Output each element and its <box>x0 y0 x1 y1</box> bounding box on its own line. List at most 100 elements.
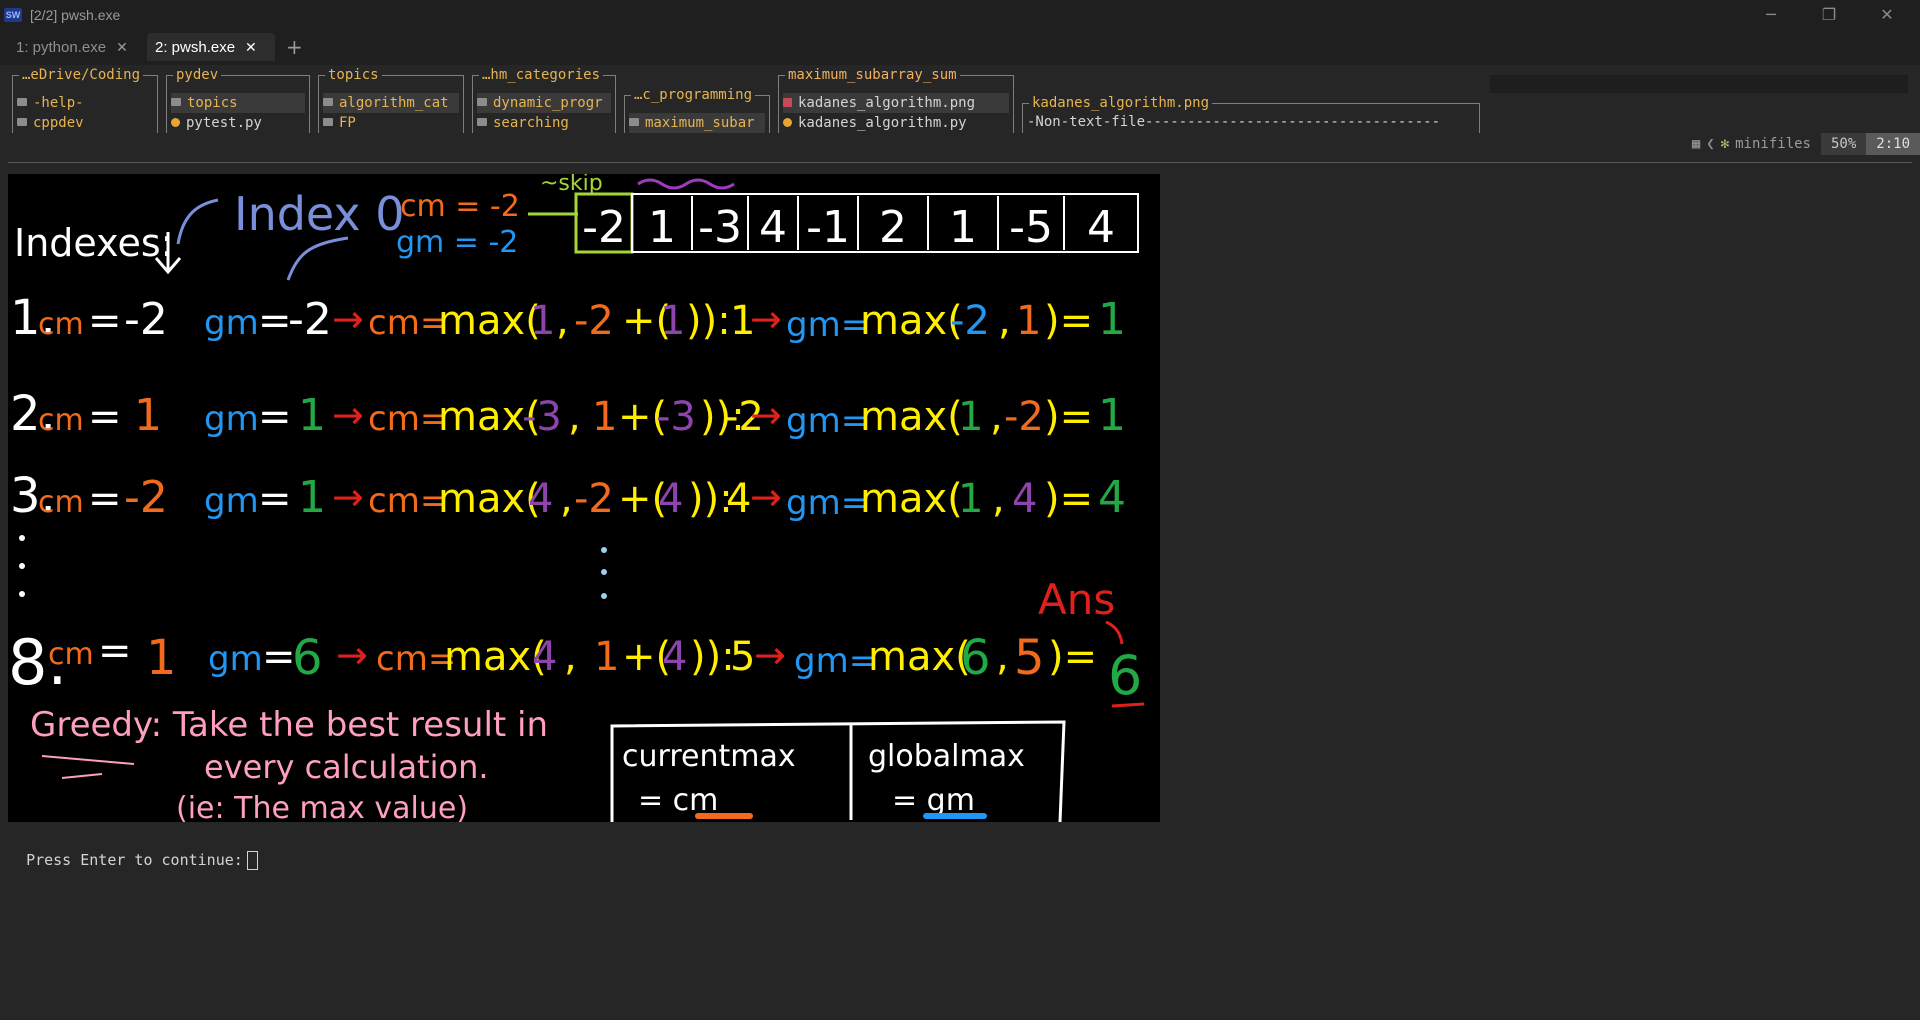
column-title: …eDrive/Coding <box>19 66 144 84</box>
python-file-icon <box>783 117 792 127</box>
svg-text:-2: -2 <box>574 476 614 522</box>
svg-text:-2: -2 <box>124 294 168 345</box>
svg-text:,: , <box>992 476 1005 522</box>
file-item[interactable]: pytest.py <box>171 113 305 133</box>
window-title: [2/2] pwsh.exe <box>30 6 121 23</box>
svg-text:1: 1 <box>1016 298 1041 344</box>
svg-text:=: = <box>88 476 122 522</box>
svg-text:cm=: cm= <box>368 481 448 521</box>
dir-item[interactable]: cppdev <box>17 113 153 133</box>
file-item[interactable]: kadanes_algorithm.py <box>783 113 1009 133</box>
svg-text:4: 4 <box>726 476 751 522</box>
svg-text:,: , <box>998 298 1011 344</box>
dir-item[interactable]: searching <box>477 113 611 133</box>
plugin-icon: ✻ <box>1720 136 1730 152</box>
svg-text:)):: )): <box>690 634 735 680</box>
dir-item[interactable]: FP <box>323 113 459 133</box>
svg-text:4: 4 <box>1098 472 1126 523</box>
svg-text:1: 1 <box>146 630 177 686</box>
svg-text:-2: -2 <box>288 294 332 345</box>
svg-text:→: → <box>332 297 364 341</box>
minimize-button[interactable]: ─ <box>1742 0 1800 29</box>
status-percent: 50% <box>1820 133 1867 155</box>
cm-gm-table: currentmax globalmax = cm = gm <box>610 720 1066 822</box>
tab-pwsh[interactable]: 2: pwsh.exe ✕ <box>147 33 275 61</box>
indexes-label: Indexes: <box>14 221 173 265</box>
svg-text:,: , <box>560 476 573 522</box>
svg-text:)):: )): <box>686 298 731 344</box>
svg-text:,: , <box>990 394 1003 440</box>
svg-text:→: → <box>332 475 364 519</box>
restore-button[interactable]: ❐ <box>1800 0 1858 29</box>
column-title: topics <box>325 66 382 84</box>
svg-text:=: = <box>258 394 292 440</box>
array-cells: -2 1 -3 4 -1 2 1 -5 4 <box>582 196 1115 253</box>
ellipsis-dots <box>19 535 607 599</box>
svg-text:max(: max( <box>438 298 541 344</box>
preview-content: -Non-text-file--------------------------… <box>1027 114 1441 130</box>
array-value: 4 <box>1087 202 1115 253</box>
column-title: …c_programming <box>631 86 756 104</box>
svg-text:cm: cm <box>38 403 84 438</box>
svg-text:6: 6 <box>960 630 991 686</box>
svg-text:cm=: cm= <box>368 399 448 439</box>
svg-text:1: 1 <box>530 298 555 344</box>
dir-item[interactable]: algorithm_cat <box>323 93 459 113</box>
top-gm: gm = -2 <box>396 225 518 260</box>
skip-wave-icon <box>637 178 735 190</box>
svg-text:4: 4 <box>658 476 683 522</box>
svg-text:gm=: gm= <box>786 401 869 441</box>
dir-item[interactable]: maximum_subar <box>629 113 765 133</box>
grid-icon: ▦ <box>1691 136 1701 152</box>
divider <box>8 162 1912 163</box>
svg-text:=: = <box>88 298 122 344</box>
greedy-note: Greedy: Take the best result in every ca… <box>30 705 548 822</box>
column-title: pydev <box>173 66 222 84</box>
close-window-button[interactable]: ✕ <box>1858 0 1916 29</box>
chevron-left-icon: ❮ <box>1706 136 1715 152</box>
svg-text:gm: gm <box>204 303 259 343</box>
close-tab-icon[interactable]: ✕ <box>116 39 128 56</box>
folder-icon <box>17 98 27 106</box>
svg-text:-3: -3 <box>656 394 696 440</box>
svg-text:1: 1 <box>1098 390 1126 441</box>
svg-text:)=: )= <box>1044 476 1093 522</box>
array-value: 1 <box>949 202 977 253</box>
svg-text:(ie: The max value): (ie: The max value) <box>176 791 468 822</box>
tab-python[interactable]: 1: python.exe ✕ <box>8 33 146 61</box>
svg-text:)=: )= <box>1044 394 1093 440</box>
svg-text:,: , <box>556 298 569 344</box>
row-1: 1. cm = -2 gm = -2 → cm= max( 1 , -2 +( … <box>10 290 1126 346</box>
dir-item[interactable]: -help- <box>17 93 153 113</box>
tab-bar: 1: python.exe ✕ 2: pwsh.exe ✕ + <box>0 29 1920 65</box>
array-value: -1 <box>806 202 850 253</box>
dir-item[interactable]: topics <box>171 93 305 113</box>
svg-text:6: 6 <box>292 630 323 686</box>
file-item-selected[interactable]: kadanes_algorithm.png <box>783 93 1009 113</box>
continue-prompt: Press Enter to continue: <box>8 833 258 870</box>
image-file-icon <box>783 97 792 107</box>
status-position: 2:10 <box>1866 133 1920 155</box>
dir-item[interactable]: dynamic_progr <box>477 93 611 113</box>
preview-title: kadanes_algorithm.png <box>1029 94 1213 112</box>
svg-text:gm=: gm= <box>786 305 869 345</box>
close-tab-icon[interactable]: ✕ <box>245 39 257 56</box>
svg-text:4: 4 <box>532 634 557 680</box>
svg-text:cm=: cm= <box>368 303 448 343</box>
empty-column-header <box>1490 75 1908 93</box>
text-cursor[interactable] <box>246 851 258 870</box>
svg-text:1: 1 <box>298 472 326 523</box>
column-title: maximum_subarray_sum <box>785 66 960 84</box>
status-plugin: ▦ ❮ ✻ minifiles <box>1691 136 1811 152</box>
folder-icon <box>171 98 181 106</box>
new-tab-button[interactable]: + <box>286 35 303 59</box>
svg-text:→: → <box>750 475 782 519</box>
svg-text:)=: )= <box>1048 634 1097 680</box>
svg-text:,: , <box>564 634 577 680</box>
svg-text:-2: -2 <box>950 298 990 344</box>
ans-label: Ans <box>1038 575 1115 624</box>
array-value: 4 <box>759 202 787 253</box>
array-value: -5 <box>1009 202 1053 253</box>
svg-text:=: = <box>88 394 122 440</box>
folder-icon <box>629 118 639 126</box>
